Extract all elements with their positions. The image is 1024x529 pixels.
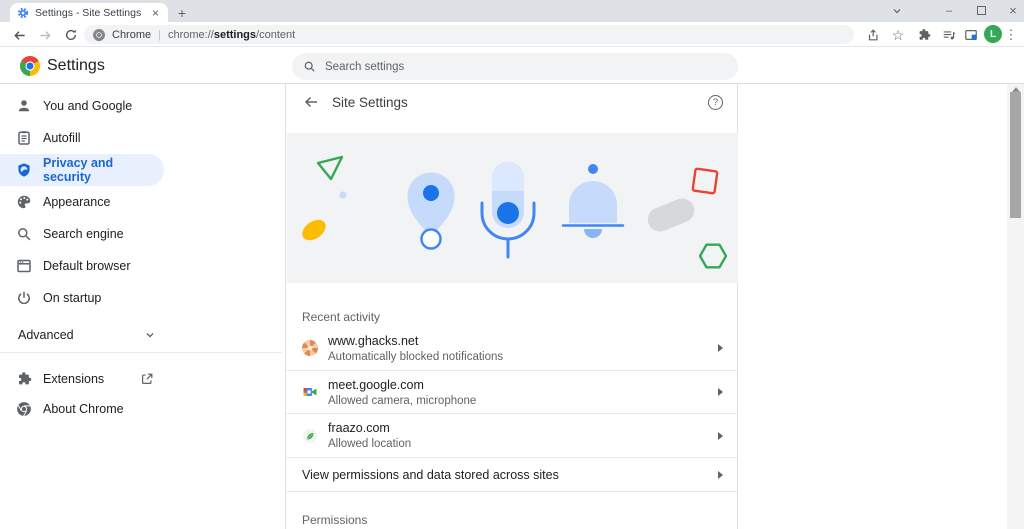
site-permission-status: Allowed camera, microphone [328, 394, 477, 407]
clipboard-icon [16, 130, 32, 146]
site-permission-status: Allowed location [328, 438, 412, 450]
window-close-button[interactable]: × [1000, 0, 1024, 21]
maximize-icon [976, 6, 986, 15]
profile-avatar[interactable]: L [984, 25, 1002, 43]
recent-activity-label: Recent activity [302, 310, 381, 324]
chevron-down-icon [144, 329, 156, 341]
sidebar-item-on-startup[interactable]: On startup [0, 282, 164, 314]
site-name: meet.google.com [328, 377, 424, 392]
sidebar-item-autofill[interactable]: Autofill [0, 122, 164, 154]
reload-icon[interactable] [62, 26, 80, 44]
settings-app-title: Settings [47, 56, 105, 74]
site-name: www.ghacks.net [328, 333, 419, 348]
chevron-right-icon [718, 344, 723, 352]
view-permissions-label: View permissions and data stored across … [302, 467, 559, 482]
chrome-logo-gray-icon [93, 28, 105, 41]
media-playlist-icon[interactable] [940, 26, 958, 44]
window-minimize-button[interactable]: – [936, 0, 962, 21]
person-icon [16, 98, 32, 114]
search-icon [303, 60, 316, 73]
site-settings-banner-illustration [287, 133, 738, 283]
chevron-right-icon [718, 388, 723, 396]
bookmark-star-icon[interactable]: ☆ [889, 26, 907, 44]
tab-close-icon[interactable]: × [150, 7, 161, 19]
sidebar-item-search-engine[interactable]: Search engine [0, 218, 164, 250]
google-meet-favicon [302, 384, 318, 400]
side-panel-icon[interactable] [962, 26, 980, 44]
help-icon[interactable]: ? [708, 94, 723, 110]
chevron-right-icon [718, 470, 723, 479]
browser-window-icon [16, 258, 32, 274]
settings-search-box[interactable] [292, 53, 738, 80]
triangle-shape [316, 155, 344, 181]
sidebar-item-you-and-google[interactable]: You and Google [0, 90, 164, 122]
view-permissions-row[interactable]: View permissions and data stored across … [286, 458, 737, 492]
site-row-meet[interactable]: meet.google.com Allowed camera, micropho… [286, 371, 737, 414]
back-icon[interactable] [10, 26, 28, 44]
sidebar-advanced-toggle[interactable]: Advanced [18, 319, 182, 351]
url-separator: | [158, 28, 161, 41]
external-link-icon [140, 372, 154, 386]
sidebar-item-default-browser[interactable]: Default browser [0, 250, 164, 282]
settings-gear-favicon-icon [17, 7, 29, 19]
magnifier-icon [16, 226, 32, 242]
palette-icon [16, 194, 32, 210]
settings-content: Site Settings ? Recent activity www.ghac… [285, 84, 738, 529]
site-row-ghacks[interactable]: www.ghacks.net Automatically blocked not… [286, 326, 737, 371]
browser-tab[interactable]: Settings - Site Settings × [10, 3, 168, 22]
tab-strip: Settings - Site Settings × + – × [0, 0, 1024, 22]
browser-window: Settings - Site Settings × + – × Chrome … [0, 0, 1024, 529]
site-name: fraazo.com [328, 421, 390, 435]
fraazo-favicon [302, 428, 318, 444]
sidebar-item-extensions[interactable]: Extensions [0, 363, 164, 395]
chevron-right-icon [718, 431, 723, 440]
ghacks-favicon [302, 340, 318, 356]
power-icon [16, 290, 32, 306]
sidebar-divider [0, 352, 282, 353]
url-scheme: chrome:// [167, 28, 214, 41]
browser-menu-dots-icon[interactable]: ⋮ [1004, 26, 1018, 44]
shield-icon [16, 162, 32, 178]
permissions-section-label: Permissions [302, 513, 368, 527]
tab-title: Settings - Site Settings [35, 6, 142, 19]
url-app-label: Chrome [112, 28, 152, 41]
tab-search-chevron-icon[interactable] [884, 0, 910, 21]
sidebar-item-appearance[interactable]: Appearance [0, 186, 164, 218]
puzzle-icon [16, 371, 32, 387]
scrollbar-thumb[interactable] [1010, 92, 1021, 218]
url-path: /content [256, 28, 296, 41]
settings-search-input[interactable] [325, 60, 738, 73]
site-row-fraazo[interactable]: fraazo.com Allowed location [286, 414, 737, 458]
new-tab-button[interactable]: + [172, 3, 192, 22]
chrome-outline-icon [16, 401, 32, 417]
sidebar-item-privacy-and-security[interactable]: Privacy and security [0, 154, 164, 186]
forward-icon[interactable] [36, 26, 54, 44]
site-permission-status: Automatically blocked notifications [328, 350, 504, 363]
chrome-logo-icon [20, 56, 40, 76]
share-icon[interactable] [864, 26, 882, 44]
extensions-puzzle-icon[interactable] [915, 26, 933, 44]
sidebar-item-about-chrome[interactable]: About Chrome [0, 393, 164, 425]
url-host: settings [213, 28, 257, 41]
back-arrow-icon[interactable] [303, 94, 319, 110]
address-bar[interactable]: Chrome | chrome://settings/content [84, 25, 854, 44]
window-maximize-button[interactable] [968, 0, 994, 21]
page-title: Site Settings [332, 94, 408, 110]
subpage-header: Site Settings ? [286, 84, 737, 120]
